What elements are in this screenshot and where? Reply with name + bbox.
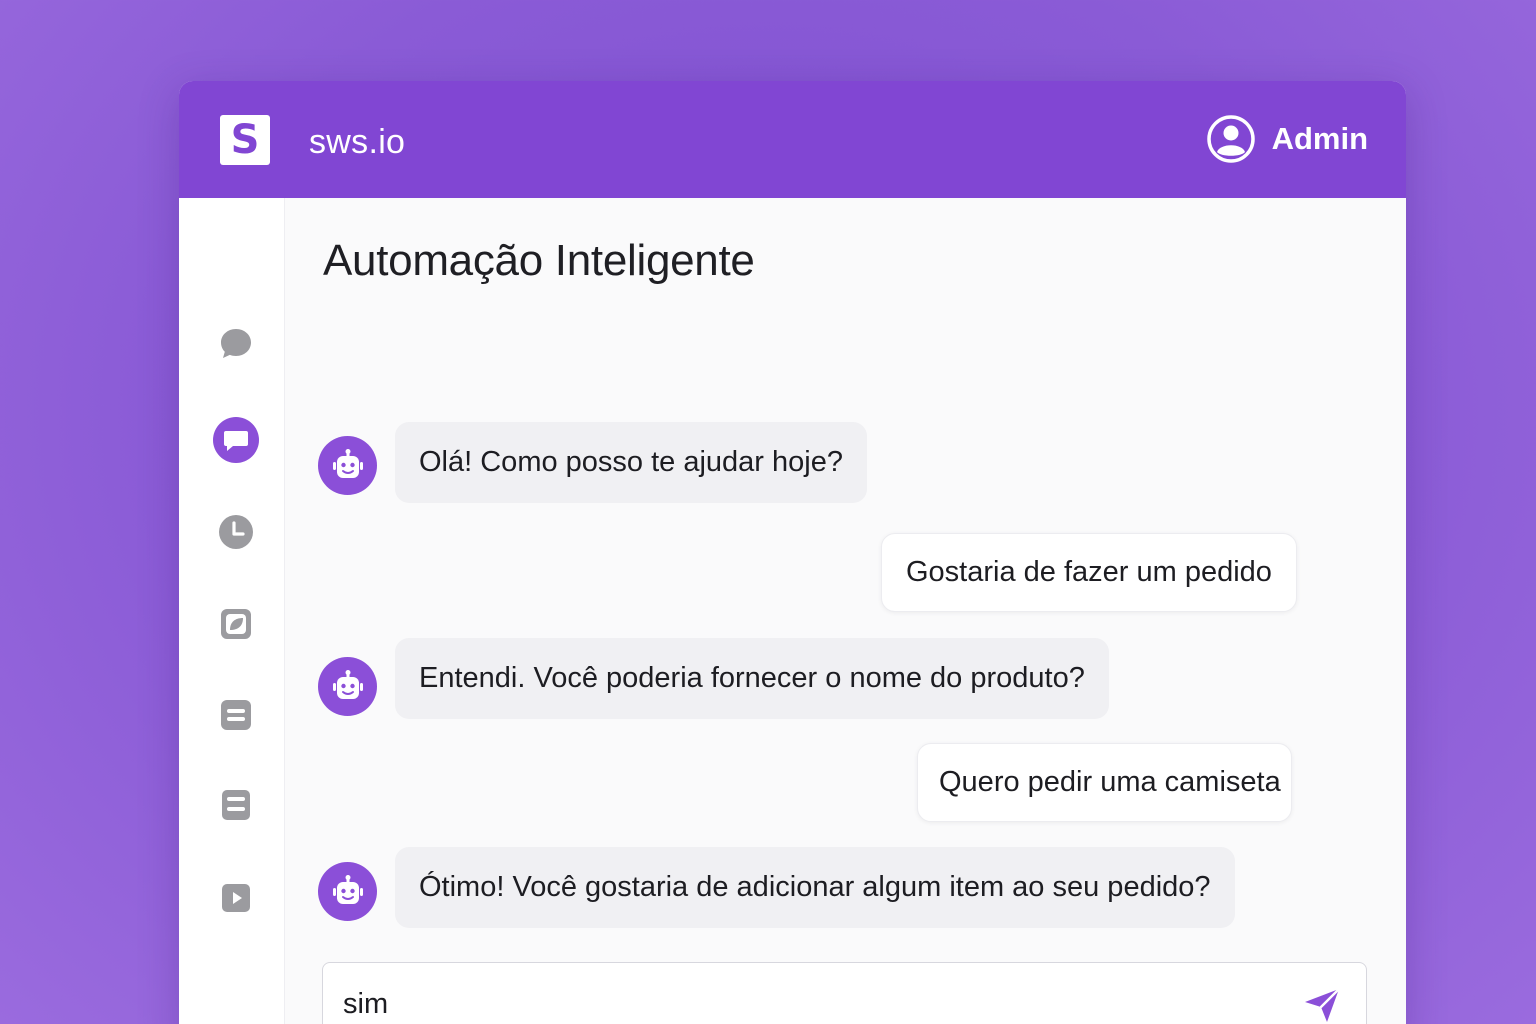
bot-avatar bbox=[318, 657, 377, 716]
sidebar-item-history[interactable] bbox=[212, 508, 260, 556]
sidebar-item-lists[interactable] bbox=[212, 691, 260, 739]
user-avatar-icon bbox=[1206, 115, 1255, 163]
top-bar: S sws.io Admin bbox=[179, 81, 1406, 198]
list-icon bbox=[221, 700, 251, 730]
message-composer bbox=[322, 962, 1367, 1024]
page-title: Automação Inteligente bbox=[323, 236, 755, 285]
sidebar-nav bbox=[179, 198, 285, 1024]
sidebar-item-documents[interactable] bbox=[212, 781, 260, 829]
send-button[interactable] bbox=[1300, 983, 1344, 1024]
document-icon bbox=[222, 790, 250, 820]
logo-letter: S bbox=[230, 117, 260, 163]
bot-message: Entendi. Você poderia fornecer o nome do… bbox=[395, 638, 1109, 719]
bot-avatar bbox=[318, 862, 377, 921]
user-message: Gostaria de fazer um pedido bbox=[881, 533, 1297, 612]
sidebar-item-chat[interactable] bbox=[212, 416, 260, 464]
app-window: S sws.io Admin Automação Inteligente Olá… bbox=[179, 81, 1406, 1024]
leaf-icon bbox=[221, 609, 251, 639]
robot-icon bbox=[332, 669, 363, 699]
bot-avatar bbox=[318, 436, 377, 495]
chat-panel: Automação Inteligente Olá! Como posso te… bbox=[285, 198, 1406, 1024]
user-name: Admin bbox=[1271, 121, 1368, 156]
clock-icon bbox=[219, 515, 253, 549]
bot-message: Olá! Como posso te ajudar hoje? bbox=[395, 422, 867, 503]
user-menu[interactable]: Admin bbox=[1206, 113, 1368, 165]
brand-name[interactable]: sws.io bbox=[309, 123, 405, 162]
sidebar-item-media[interactable] bbox=[212, 874, 260, 922]
app-logo[interactable]: S bbox=[220, 115, 270, 165]
message-input[interactable] bbox=[343, 963, 1273, 1024]
sidebar-item-conversations[interactable] bbox=[212, 320, 260, 368]
bot-message: Ótimo! Você gostaria de adicionar algum … bbox=[395, 847, 1235, 928]
message-square-icon bbox=[213, 417, 259, 463]
sidebar-item-integrations[interactable] bbox=[212, 600, 260, 648]
robot-icon bbox=[332, 448, 363, 478]
user-message: Quero pedir uma camiseta bbox=[917, 743, 1292, 822]
send-icon bbox=[1305, 987, 1341, 1022]
chat-bubble-icon bbox=[221, 329, 251, 358]
robot-icon bbox=[332, 874, 363, 904]
play-icon bbox=[222, 884, 250, 912]
